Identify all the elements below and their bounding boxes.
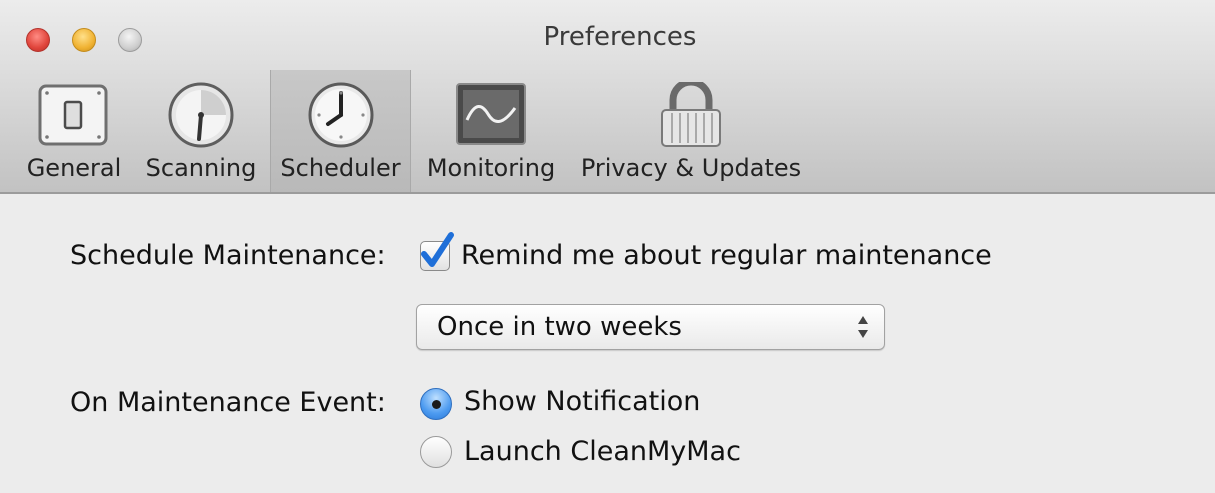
tab-privacy-updates[interactable]: Privacy & Updates <box>578 70 804 192</box>
remind-checkbox[interactable] <box>420 232 454 271</box>
preferences-window: Preferences General Scanning Scheduler M… <box>0 0 1215 493</box>
clock-icon <box>271 82 410 148</box>
up-down-arrows-icon <box>858 316 868 338</box>
radio-launch-cleanmymac-label[interactable]: Launch CleanMyMac <box>464 436 741 467</box>
frequency-select-value: Once in two weeks <box>437 312 682 342</box>
radio-selected-dot <box>432 400 441 409</box>
tab-scanning[interactable]: Scanning <box>142 70 260 192</box>
schedule-maintenance-label: Schedule Maintenance: <box>70 240 386 271</box>
tab-scheduler-label: Scheduler <box>280 154 401 182</box>
tab-monitoring[interactable]: Monitoring <box>420 70 562 192</box>
padlock-icon <box>578 78 804 148</box>
radio-launch-cleanmymac[interactable] <box>420 436 452 468</box>
tab-scanning-label: Scanning <box>145 154 257 182</box>
remind-checkbox-label[interactable]: Remind me about regular maintenance <box>461 240 992 271</box>
radio-show-notification-label[interactable]: Show Notification <box>464 386 700 417</box>
window-title: Preferences <box>543 22 697 52</box>
tab-general[interactable]: General <box>22 70 126 192</box>
tab-monitoring-label: Monitoring <box>426 154 556 182</box>
tab-scheduler[interactable]: Scheduler <box>270 70 411 192</box>
monitor-graph-icon <box>420 82 562 148</box>
gauge-icon <box>142 82 260 148</box>
tab-privacy-updates-label: Privacy & Updates <box>580 154 802 182</box>
frequency-select[interactable]: Once in two weeks <box>416 304 885 350</box>
switch-icon <box>22 82 126 148</box>
checkmark-icon <box>421 232 454 267</box>
toolbar: Preferences General Scanning Scheduler M… <box>0 0 1215 194</box>
tab-general-label: General <box>26 154 122 182</box>
radio-show-notification[interactable] <box>420 388 452 420</box>
on-maintenance-event-label: On Maintenance Event: <box>70 387 386 418</box>
